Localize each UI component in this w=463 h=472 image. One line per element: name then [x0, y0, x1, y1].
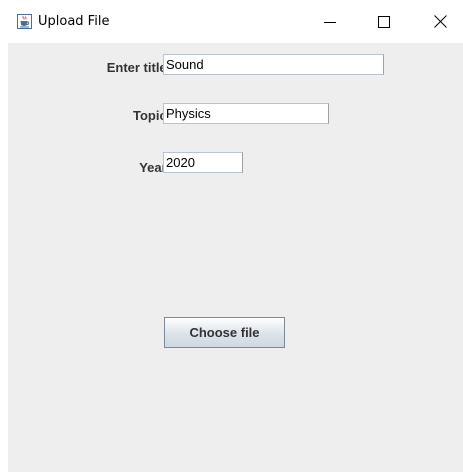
maximize-icon: [378, 15, 390, 28]
title-bar[interactable]: Upload File: [0, 0, 463, 43]
java-cup-icon[interactable]: [17, 14, 32, 29]
close-button[interactable]: [417, 0, 463, 43]
choose-file-button[interactable]: Choose file: [164, 317, 285, 348]
window-title: Upload File: [38, 14, 110, 29]
maximize-button[interactable]: [361, 0, 407, 43]
upload-file-window: Upload File Enter title: Topic: Year:: [0, 0, 463, 472]
title-label: Enter title:: [106, 60, 171, 75]
minimize-icon: [324, 16, 336, 28]
form-panel: Enter title: Topic: Year: Choose file: [8, 43, 463, 472]
minimize-button[interactable]: [307, 0, 353, 43]
topic-input[interactable]: [163, 103, 329, 124]
year-input[interactable]: [163, 152, 243, 173]
close-icon: [433, 15, 447, 28]
title-input[interactable]: [163, 54, 384, 75]
